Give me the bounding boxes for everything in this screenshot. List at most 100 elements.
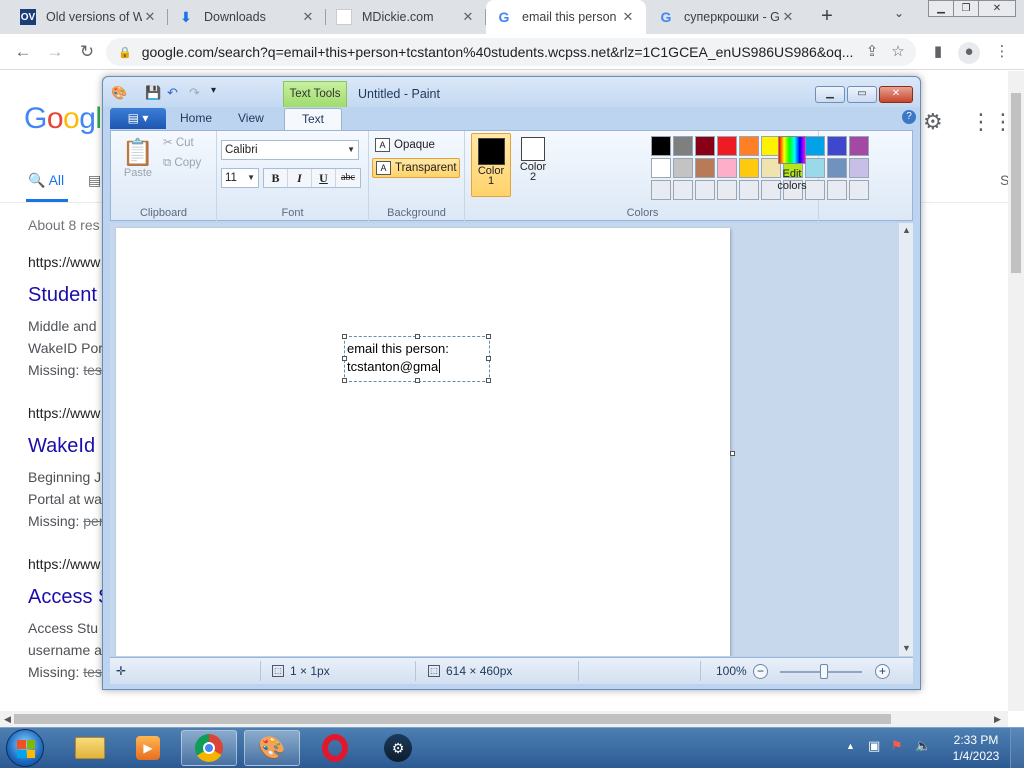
- close-window-button[interactable]: ✕: [978, 0, 1016, 17]
- scroll-thumb[interactable]: [1011, 93, 1021, 273]
- result-url[interactable]: https://www: [28, 254, 103, 270]
- forward-arrow-icon[interactable]: →: [44, 41, 66, 63]
- page-horizontal-scrollbar[interactable]: ◀ ▶: [0, 711, 1008, 727]
- minimize-button[interactable]: ▁: [815, 86, 845, 103]
- tab-old-versions[interactable]: OV Old versions of W ✕: [10, 0, 168, 34]
- palette-swatch[interactable]: [673, 180, 693, 200]
- show-desktop-button[interactable]: [1010, 728, 1024, 768]
- side-panel-icon[interactable]: ▮: [928, 42, 948, 62]
- color1-button[interactable]: Color 1: [471, 133, 511, 197]
- restore-button[interactable]: ❐: [953, 0, 979, 17]
- scroll-up-icon[interactable]: ▲: [902, 225, 911, 235]
- undo-icon[interactable]: ↶: [167, 85, 178, 101]
- tab-view[interactable]: View: [238, 111, 264, 125]
- save-icon[interactable]: 💾: [145, 85, 161, 101]
- volume-icon[interactable]: 🔈: [915, 738, 931, 754]
- back-arrow-icon[interactable]: ←: [12, 41, 34, 63]
- palette-swatch[interactable]: [717, 180, 737, 200]
- google-logo[interactable]: Googl: [24, 102, 102, 136]
- paste-button[interactable]: 📋 Paste: [121, 137, 155, 179]
- close-button[interactable]: ✕: [879, 86, 913, 103]
- zoom-in-icon[interactable]: +: [875, 664, 890, 679]
- underline-button[interactable]: U: [312, 169, 336, 187]
- start-button[interactable]: [6, 729, 44, 767]
- page-vertical-scrollbar[interactable]: [1008, 71, 1024, 711]
- scroll-right-icon[interactable]: ▶: [994, 714, 1001, 725]
- scroll-thumb[interactable]: [14, 714, 891, 724]
- copy-button[interactable]: ⧉ Copy: [163, 157, 201, 170]
- maximize-button[interactable]: ▭: [847, 86, 877, 103]
- resize-handle[interactable]: [486, 356, 491, 361]
- new-tab-button[interactable]: +: [815, 4, 839, 28]
- share-icon[interactable]: ⇪: [862, 42, 882, 62]
- tab-all[interactable]: 🔍 All: [28, 172, 64, 189]
- edit-colors-button[interactable]: Edit colors: [767, 134, 817, 192]
- steam-icon[interactable]: ⚙: [370, 730, 426, 766]
- tools-tab[interactable]: S: [1000, 172, 1008, 188]
- palette-swatch[interactable]: [673, 158, 693, 178]
- tab-text[interactable]: Text: [284, 108, 342, 131]
- result-title[interactable]: Student: [28, 284, 103, 307]
- redo-icon[interactable]: ↷: [189, 85, 200, 101]
- close-icon[interactable]: ✕: [460, 9, 476, 25]
- media-player-icon[interactable]: ▶: [120, 730, 176, 766]
- palette-swatch[interactable]: [695, 158, 715, 178]
- palette-swatch[interactable]: [717, 136, 737, 156]
- resize-handle[interactable]: [342, 334, 347, 339]
- close-icon[interactable]: ✕: [300, 9, 316, 25]
- result-url[interactable]: https://www: [28, 405, 103, 421]
- system-clock[interactable]: 2:33 PM 1/4/2023: [948, 732, 1004, 764]
- palette-swatch[interactable]: [739, 180, 759, 200]
- palette-swatch[interactable]: [849, 180, 869, 200]
- tab-mdickie[interactable]: MDickie.com ✕: [326, 0, 486, 34]
- palette-swatch[interactable]: [717, 158, 737, 178]
- close-icon[interactable]: ✕: [620, 9, 636, 25]
- tab-home[interactable]: Home: [180, 111, 212, 125]
- result-url[interactable]: https://www: [28, 556, 111, 572]
- result-title[interactable]: WakeId: [28, 435, 103, 458]
- chrome-icon[interactable]: [181, 730, 237, 766]
- network-icon[interactable]: ▣: [868, 738, 880, 754]
- menu-kebab-icon[interactable]: ⋮: [992, 42, 1012, 62]
- zoom-out-icon[interactable]: −: [753, 664, 768, 679]
- resize-handle[interactable]: [342, 378, 347, 383]
- customize-qat-icon[interactable]: ▾: [211, 85, 216, 96]
- profile-avatar-icon[interactable]: ●: [958, 42, 980, 64]
- address-bar[interactable]: 🔒 google.com/search?q=email+this+person+…: [106, 38, 916, 66]
- italic-button[interactable]: I: [288, 169, 312, 187]
- strikethrough-button[interactable]: abc: [336, 169, 360, 187]
- text-box[interactable]: email this person: tcstanton@gma: [342, 334, 491, 383]
- palette-swatch[interactable]: [695, 136, 715, 156]
- font-size-select[interactable]: 11 ▼: [221, 168, 259, 188]
- color2-button[interactable]: Color 2: [513, 133, 553, 197]
- help-icon[interactable]: ?: [902, 110, 916, 124]
- scroll-down-icon[interactable]: ▼: [902, 643, 911, 653]
- tab-superkroshki[interactable]: G суперкрошки - G ✕: [648, 0, 806, 34]
- paint-titlebar[interactable]: 🎨 💾 ↶ ↷ ▾ Text Tools Untitled - Paint ▁ …: [103, 77, 920, 107]
- tab-search-chevron-icon[interactable]: ⌄: [894, 6, 904, 20]
- action-center-flag-icon[interactable]: ⚑: [891, 738, 903, 754]
- opaque-button[interactable]: A Opaque: [372, 136, 460, 156]
- palette-swatch[interactable]: [739, 136, 759, 156]
- close-icon[interactable]: ✕: [142, 9, 158, 25]
- drawing-canvas[interactable]: email this person: tcstanton@gma: [116, 228, 730, 656]
- transparent-button[interactable]: A Transparent: [372, 158, 460, 178]
- palette-swatch[interactable]: [827, 158, 847, 178]
- resize-handle[interactable]: [415, 334, 420, 339]
- resize-handle[interactable]: [486, 378, 491, 383]
- canvas-vertical-scrollbar[interactable]: ▲ ▼: [899, 223, 913, 656]
- palette-swatch[interactable]: [673, 136, 693, 156]
- resize-handle[interactable]: [415, 378, 420, 383]
- bold-button[interactable]: B: [264, 169, 288, 187]
- paint-icon[interactable]: 🎨: [244, 730, 300, 766]
- apps-grid-icon[interactable]: ⋮⋮: [970, 109, 1008, 135]
- palette-swatch[interactable]: [739, 158, 759, 178]
- tab-downloads[interactable]: ⬇ Downloads ✕: [168, 0, 326, 34]
- palette-swatch[interactable]: [651, 136, 671, 156]
- palette-swatch[interactable]: [849, 136, 869, 156]
- palette-swatch[interactable]: [651, 180, 671, 200]
- palette-swatch[interactable]: [695, 180, 715, 200]
- canvas-resize-handle[interactable]: [730, 451, 735, 456]
- scroll-left-icon[interactable]: ◀: [4, 714, 11, 725]
- tab-email-this-person[interactable]: G email this person ✕: [486, 0, 646, 34]
